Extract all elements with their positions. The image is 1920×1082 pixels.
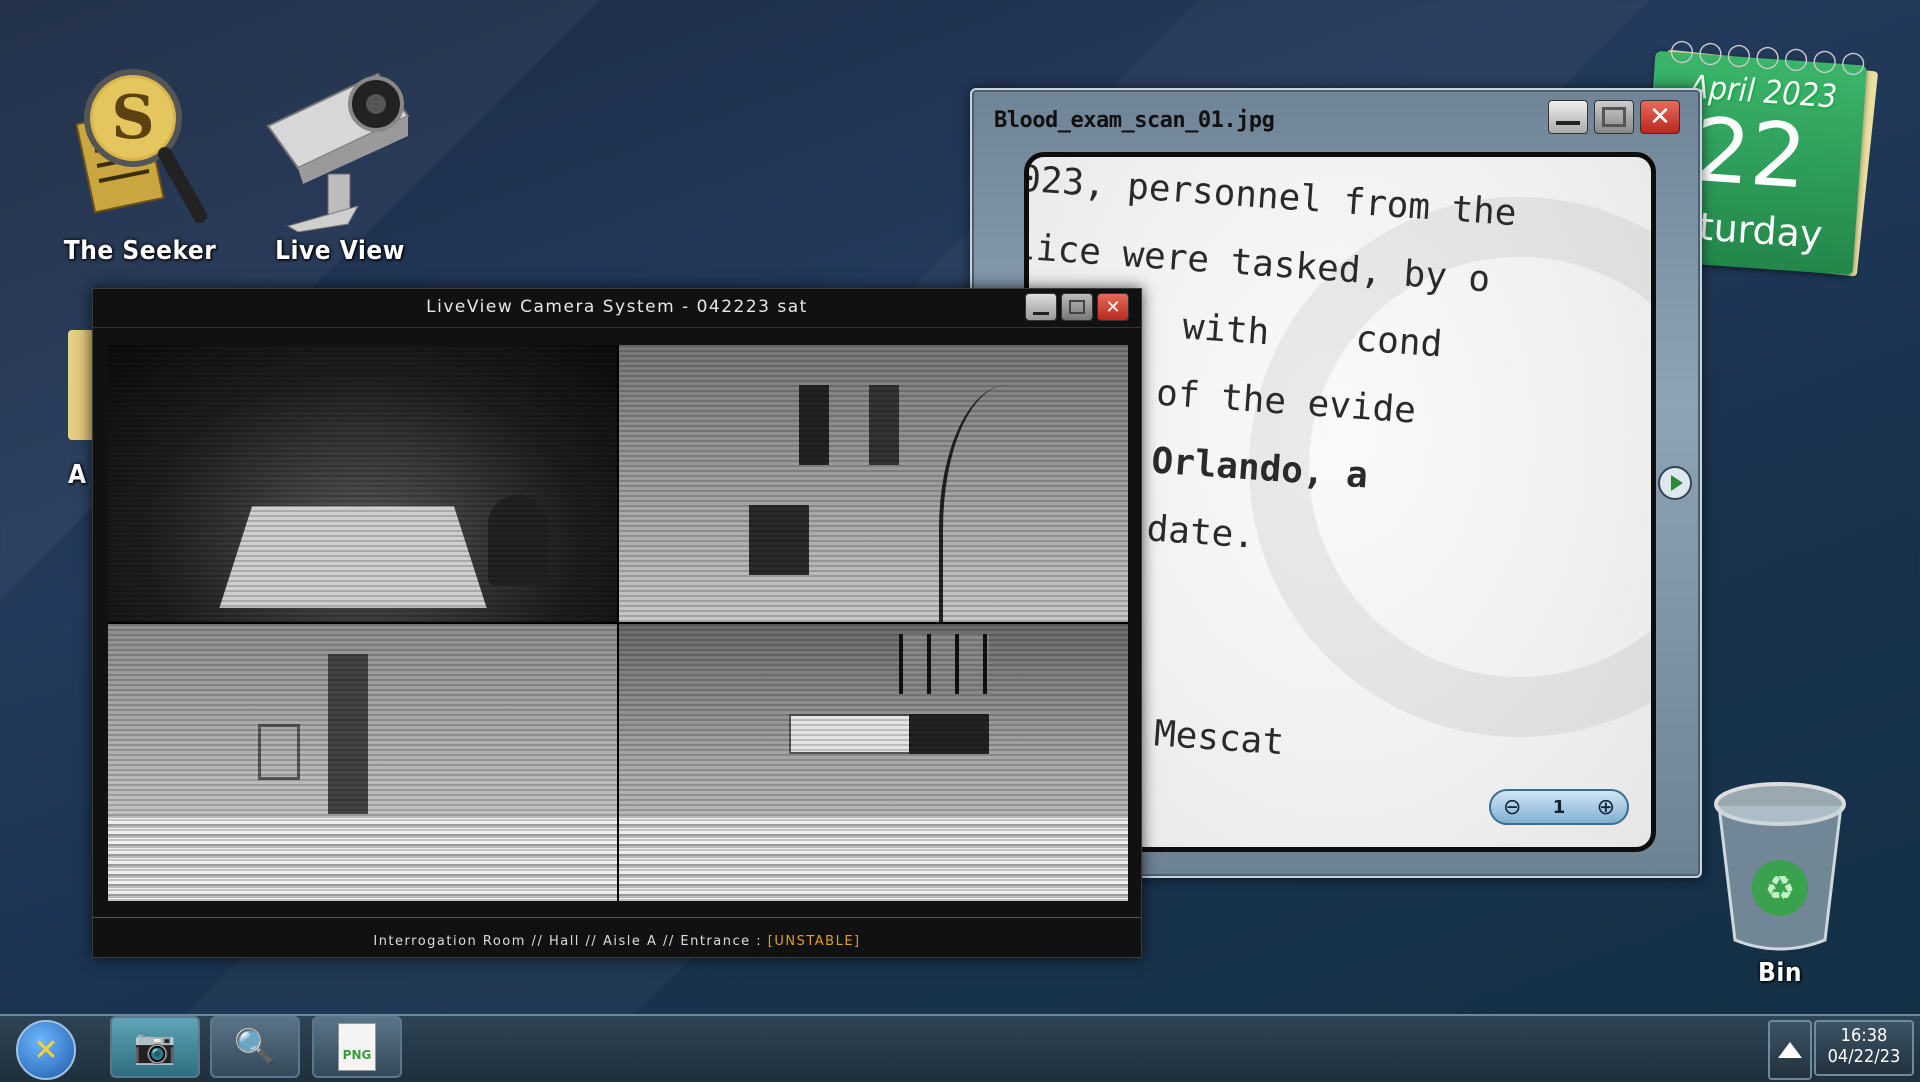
maximize-icon (1602, 107, 1626, 127)
camera-grid (108, 345, 1128, 901)
minimize-button[interactable] (1025, 293, 1057, 321)
taskbar-button-image-viewer[interactable]: PNG (312, 1016, 402, 1078)
security-camera-icon (266, 72, 410, 233)
window-title: LiveView Camera System - 042223 sat (426, 297, 808, 317)
maximize-button[interactable] (1061, 293, 1093, 321)
close-button[interactable]: ✕ (1640, 100, 1680, 134)
clock-time: 16:38 (1840, 1025, 1888, 1046)
camera-feed-hall[interactable] (619, 345, 1128, 622)
calendar-day: 22 (1691, 97, 1811, 209)
camera-feed-aisle-a[interactable] (108, 624, 617, 901)
minimize-icon (1556, 121, 1580, 125)
icon-label: Live View (275, 236, 405, 266)
liveview-window[interactable]: LiveView Camera System - 042223 sat ✕ In… (92, 288, 1142, 958)
close-icon: ✕ (1649, 102, 1671, 132)
desktop-icon-the-seeker[interactable]: S The Seeker (60, 56, 220, 266)
camera-locations: Interrogation Room // Hall // Aisle A //… (373, 934, 768, 949)
icon-label: Bin (1758, 958, 1802, 988)
png-label: PNG (342, 1048, 372, 1062)
png-file-icon: PNG (338, 1023, 376, 1071)
taskbar-button-the-seeker[interactable]: 🔍 (210, 1016, 300, 1078)
seeker-icon: 🔍 (233, 1027, 277, 1067)
security-camera-icon: 📷 (133, 1027, 177, 1067)
seeker-icon: S (75, 69, 207, 223)
maximize-icon (1069, 300, 1085, 314)
zoom-level: 1 (1552, 796, 1566, 818)
desktop-icon-live-view[interactable]: Live View (258, 56, 422, 266)
start-button[interactable]: ✕ (16, 1020, 76, 1080)
status-badge: [UNSTABLE] (767, 934, 861, 949)
window-title: Blood_exam_scan_01.jpg (994, 108, 1275, 133)
clock-date: 04/22/23 (1827, 1046, 1901, 1067)
minimize-button[interactable] (1548, 100, 1588, 134)
icon-label: The Seeker (63, 236, 217, 266)
tray-expand-button[interactable] (1768, 1020, 1812, 1080)
close-icon: ✕ (1105, 296, 1121, 318)
camera-feed-interrogation-room[interactable] (108, 345, 617, 622)
camera-status-bar: Interrogation Room // Hall // Aisle A //… (93, 934, 1141, 949)
chevron-up-icon (1778, 1042, 1802, 1058)
close-button[interactable]: ✕ (1097, 293, 1129, 321)
svg-text:S: S (111, 83, 154, 153)
start-logo-icon: ✕ (33, 1032, 59, 1068)
svg-text:♻: ♻ (1765, 869, 1795, 909)
zoom-out-icon[interactable]: ⊖ (1503, 795, 1521, 820)
camera-feed-entrance[interactable] (619, 624, 1128, 901)
recycle-bin-icon: ♻ (1714, 782, 1846, 951)
minimize-icon (1033, 311, 1049, 315)
maximize-button[interactable] (1594, 100, 1634, 134)
zoom-control[interactable]: ⊖ 1 ⊕ (1489, 789, 1629, 825)
taskbar-button-live-view[interactable]: 📷 (110, 1016, 200, 1078)
desktop-icon-bin[interactable]: ♻ Bin (1700, 778, 1860, 988)
play-arrow-icon (1671, 475, 1683, 491)
clock[interactable]: 16:38 04/22/23 (1814, 1020, 1914, 1076)
next-arrow-button[interactable] (1658, 466, 1692, 500)
zoom-in-icon[interactable]: ⊕ (1597, 795, 1615, 820)
